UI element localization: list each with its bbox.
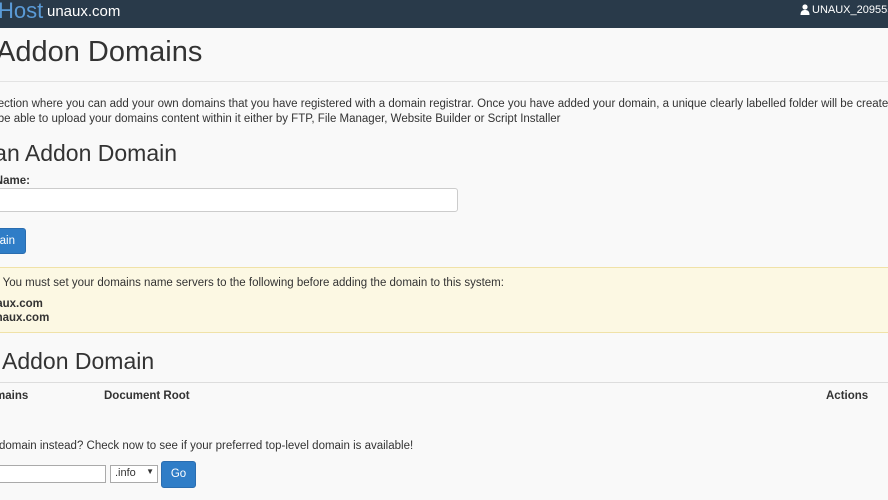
nameserver-2: 2.unaux.com [0,312,50,324]
chevron-down-icon: ▼ [146,467,154,476]
user-name: UNAUX_20955500 [812,4,888,16]
go-button[interactable]: Go [161,461,196,488]
brand-logo-host[interactable]: Host [0,0,43,24]
notice-text: e: You must set your domains name server… [0,277,504,289]
modify-addon-heading: fy Addon Domain [0,348,155,374]
brand-logo-domain[interactable]: unaux.com [47,3,120,20]
tld-select[interactable]: .info ▼ [110,465,158,483]
description-line-1: section where you can add your own domai… [0,98,888,110]
domain-name-label: ain Name: [0,175,30,187]
title-divider [0,81,888,82]
user-menu[interactable]: UNAUX_20955500 [792,0,888,28]
add-domain-button[interactable]: ain [0,228,26,254]
nameserver-1: .unaux.com [0,298,43,310]
tld-domain-input[interactable] [0,465,106,483]
tld-selected-value: .info [115,467,136,479]
column-header-document-root: Document Root [104,390,190,402]
page-description: section where you can add your own domai… [0,97,888,127]
tld-check-hint: v domain instead? Check now to see if yo… [0,440,414,452]
table-top-divider [0,382,888,383]
domain-name-input[interactable] [0,188,458,212]
description-line-2: l be able to upload your domains content… [0,113,561,125]
top-navbar: Host unaux.com UNAUX_20955500 [0,0,888,28]
column-header-domains: omains [0,390,29,402]
user-icon [800,4,810,15]
create-addon-heading: e an Addon Domain [0,140,178,166]
nameserver-notice: e: You must set your domains name server… [0,267,888,333]
page-title: Addon Domains [0,36,203,68]
column-header-actions: Actions [826,390,869,402]
